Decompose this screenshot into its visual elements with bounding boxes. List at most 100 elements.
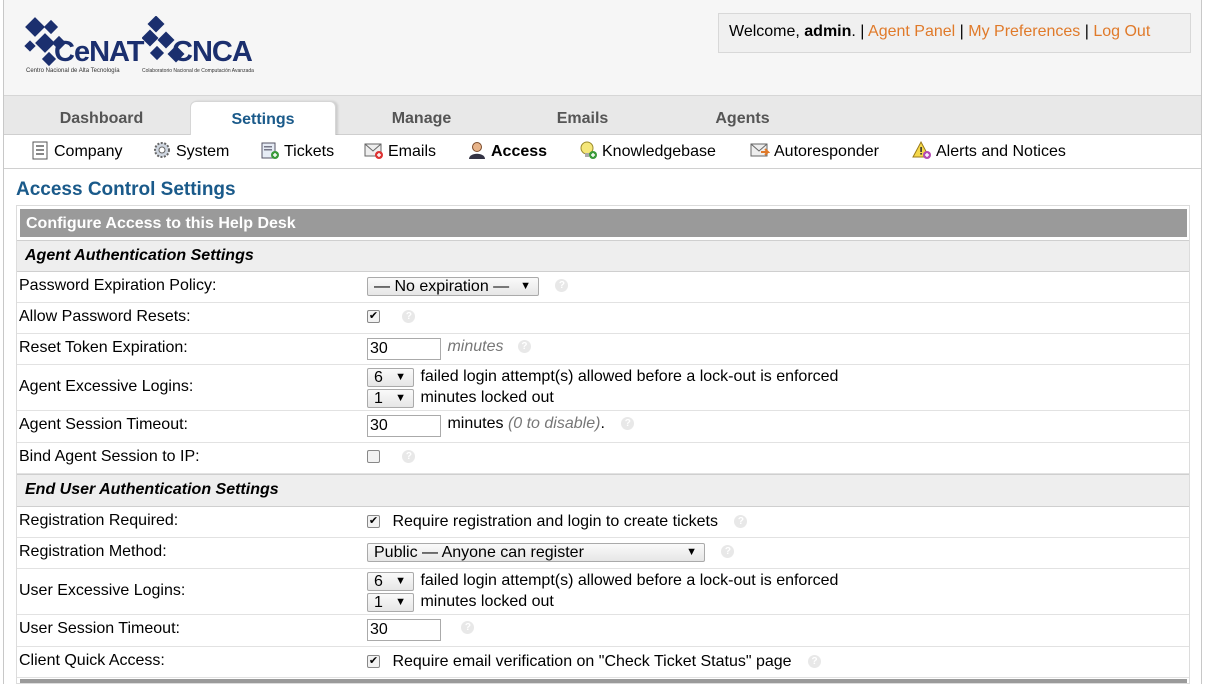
company-icon: [30, 140, 50, 160]
agent-section-header: Agent Authentication Settings: [17, 240, 1189, 272]
help-icon[interactable]: ?: [734, 515, 748, 529]
subnav-emails[interactable]: Emails: [364, 140, 436, 164]
separator: |: [1080, 23, 1094, 40]
settings-row: Allow Password Resets: ✔ ?: [17, 303, 1189, 334]
user-excessive-logins-control: 6 ▼ failed login attempt(s) allowed befor…: [367, 572, 838, 591]
end-user-section-header: End User Authentication Settings: [17, 474, 1189, 507]
tab-manage[interactable]: Manage: [349, 101, 494, 135]
settings-row: Agent Session Timeout: 30 minutes (0 to …: [17, 411, 1189, 443]
registration-method-select[interactable]: Public — Anyone can register ▼: [367, 543, 705, 562]
subnav-knowledgebase[interactable]: Knowledgebase: [578, 140, 716, 164]
cenat-logo: CeNAT Centro Nacional de Alta Tecnología: [24, 16, 145, 78]
alerts-icon: [912, 140, 932, 160]
user-login-attempts-value: 6: [374, 573, 383, 590]
subnav-autoresponder[interactable]: Autoresponder: [750, 140, 879, 164]
chevron-down-icon: ▼: [395, 596, 406, 608]
chevron-down-icon: ▼: [520, 280, 531, 292]
agent-panel-link[interactable]: Agent Panel: [868, 23, 955, 40]
table-header: Configure Access to this Help Desk: [20, 209, 1187, 237]
user-session-timeout-control: 30 ?: [367, 619, 475, 641]
subnav-autoresponder-label: Autoresponder: [774, 143, 879, 160]
autoresponder-icon: [750, 140, 771, 160]
agent-session-timeout-unit: minutes: [447, 415, 504, 432]
user-session-timeout-input[interactable]: 30: [367, 619, 441, 641]
page-title: Access Control Settings: [16, 179, 236, 200]
bind-session-ip-label: Bind Agent Session to IP:: [19, 448, 200, 465]
help-icon[interactable]: ?: [402, 450, 416, 464]
cnca-logo: CNCA Colaboratorio Nacional de Computaci…: [142, 16, 262, 78]
cenat-logo-subtitle: Centro Nacional de Alta Tecnología: [26, 68, 120, 74]
settings-row: Agent Excessive Logins: 6 ▼ failed login …: [17, 365, 1189, 411]
cnca-logo-subtitle: Colaboratorio Nacional de Computación Av…: [142, 68, 254, 74]
registration-method-control: Public — Anyone can register ▼ ?: [367, 543, 735, 562]
cenat-logo-text: CeNAT: [54, 36, 145, 68]
emails-icon: [364, 140, 384, 160]
allow-password-resets-checkbox[interactable]: ✔: [367, 310, 380, 323]
agent-excessive-logins-label: Agent Excessive Logins:: [19, 378, 194, 395]
tab-emails[interactable]: Emails: [510, 101, 655, 135]
user-login-attempts-select[interactable]: 6 ▼: [367, 572, 414, 591]
help-icon[interactable]: ?: [461, 621, 475, 635]
subnav-tickets[interactable]: Tickets: [260, 140, 334, 164]
main-nav: Dashboard Settings Manage Emails Agents: [4, 95, 1201, 135]
user-excessive-logins-label: User Excessive Logins:: [19, 582, 186, 599]
reset-token-expiration-label: Reset Token Expiration:: [19, 339, 188, 356]
tab-dashboard[interactable]: Dashboard: [24, 101, 179, 135]
client-quick-access-text: Require email verification on "Check Tic…: [392, 653, 792, 670]
registration-required-label: Registration Required:: [19, 512, 179, 529]
agent-excessive-logins-control: 6 ▼ failed login attempt(s) allowed befor…: [367, 368, 838, 387]
registration-required-checkbox[interactable]: ✔: [367, 515, 380, 528]
agent-session-timeout-label: Agent Session Timeout:: [19, 416, 188, 433]
settings-row: User Session Timeout: 30 ?: [17, 615, 1189, 647]
agent-login-attempts-value: 6: [374, 369, 383, 386]
help-icon[interactable]: ?: [402, 310, 416, 324]
agent-session-timeout-control: 30 minutes (0 to disable). ?: [367, 415, 635, 437]
client-quick-access-checkbox[interactable]: ✔: [367, 655, 380, 668]
chevron-down-icon: ▼: [395, 371, 406, 383]
my-preferences-link[interactable]: My Preferences: [968, 23, 1080, 40]
subnav-company-label: Company: [54, 143, 123, 160]
help-icon[interactable]: ?: [555, 279, 569, 293]
agent-lockout-control: 1 ▼ minutes locked out: [367, 389, 554, 408]
user-lockout-control: 1 ▼ minutes locked out: [367, 593, 554, 612]
settings-row: Registration Required: ✔ Require registr…: [17, 507, 1189, 538]
settings-row: Registration Method: Public — Anyone can…: [17, 538, 1189, 569]
agent-session-timeout-hint: (0 to disable): [507, 415, 601, 432]
help-icon[interactable]: ?: [721, 545, 735, 559]
reset-token-expiration-input[interactable]: 30: [367, 338, 441, 360]
subnav-company[interactable]: Company: [30, 140, 122, 164]
registration-required-control: ✔ Require registration and login to crea…: [367, 513, 748, 531]
registration-method-value: Public — Anyone can register: [374, 544, 584, 561]
subnav-system[interactable]: System: [152, 140, 229, 164]
help-icon[interactable]: ?: [808, 655, 822, 669]
tab-agents[interactable]: Agents: [670, 101, 815, 135]
tickets-icon: [260, 140, 280, 160]
tab-settings[interactable]: Settings: [190, 101, 336, 135]
cnca-logo-text: CNCA: [172, 36, 253, 68]
subnav-access-label: Access: [491, 143, 548, 160]
help-icon[interactable]: ?: [517, 340, 531, 354]
agent-session-timeout-input[interactable]: 30: [367, 415, 441, 437]
user-lockout-select[interactable]: 1 ▼: [367, 593, 414, 612]
help-icon[interactable]: ?: [621, 417, 635, 431]
user-lockout-text: minutes locked out: [420, 593, 554, 610]
access-user-icon: [467, 140, 487, 160]
allow-password-resets-label: Allow Password Resets:: [19, 308, 191, 325]
subnav-access[interactable]: Access: [467, 140, 547, 164]
agent-login-attempts-select[interactable]: 6 ▼: [367, 368, 414, 387]
subnav-alerts-notices[interactable]: Alerts and Notices: [912, 140, 1066, 164]
password-expiration-select[interactable]: — No expiration — ▼: [367, 277, 539, 296]
agent-lockout-value: 1: [374, 390, 383, 407]
agent-lockout-text: minutes locked out: [420, 389, 554, 406]
password-expiration-label: Password Expiration Policy:: [19, 277, 217, 294]
system-gear-icon: [152, 140, 172, 160]
agent-lockout-select[interactable]: 1 ▼: [367, 389, 414, 408]
bind-session-ip-checkbox[interactable]: [367, 450, 380, 463]
separator: |: [955, 23, 969, 40]
log-out-link[interactable]: Log Out: [1093, 23, 1150, 40]
table-footer-bar: [20, 679, 1187, 683]
client-quick-access-label: Client Quick Access:: [19, 652, 165, 669]
settings-row: User Excessive Logins: 6 ▼ failed login a…: [17, 569, 1189, 615]
user-lockout-value: 1: [374, 594, 383, 611]
settings-row: Client Quick Access: ✔ Require email ver…: [17, 647, 1189, 678]
